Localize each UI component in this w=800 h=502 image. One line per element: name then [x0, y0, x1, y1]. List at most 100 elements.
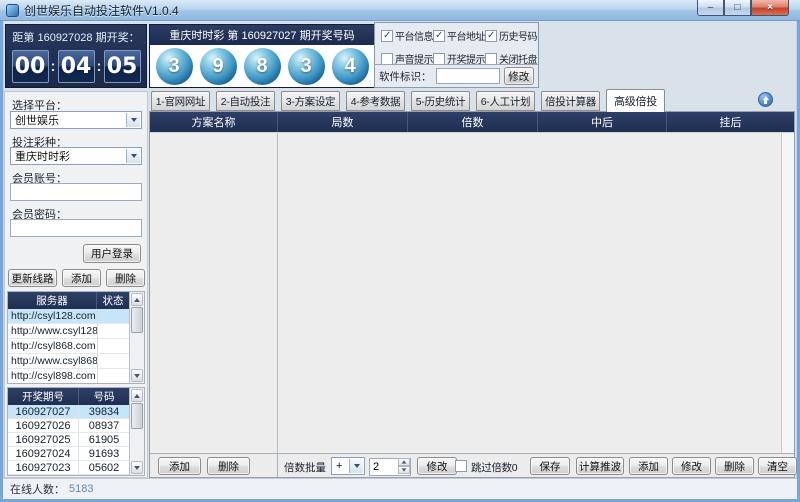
- lottery-ball: 8: [244, 48, 281, 85]
- tab-auto-bet[interactable]: 2-自动投注: [216, 91, 275, 111]
- app-window: 创世娱乐自动投注软件V1.0.4 – □ × 距第 160927028 期开奖：…: [0, 0, 800, 502]
- software-id-modify-button[interactable]: 修改: [504, 67, 535, 85]
- checkbox-icon[interactable]: ✓: [485, 30, 497, 42]
- clock-colon: :: [97, 58, 102, 75]
- server-column-header[interactable]: 服务器: [8, 292, 97, 309]
- password-input[interactable]: [10, 219, 142, 237]
- checkbox-platform-address[interactable]: ✓ 平台地址: [433, 28, 485, 43]
- number-column-header[interactable]: 号码: [79, 388, 129, 405]
- checkbox-platform-info[interactable]: ✓ 平台信息: [381, 28, 433, 43]
- software-id-input[interactable]: [436, 68, 500, 84]
- draw-row[interactable]: 160927027 39834: [8, 405, 129, 419]
- stepper-up-icon[interactable]: [398, 458, 410, 466]
- checkbox-label: 平台地址: [447, 28, 485, 43]
- draw-period: 160927023: [8, 461, 79, 474]
- scroll-up-icon[interactable]: [131, 293, 143, 306]
- scrollbar-thumb[interactable]: [131, 403, 143, 429]
- checkbox-icon[interactable]: ✓: [433, 30, 445, 42]
- draw-row[interactable]: 160927023 05602: [8, 461, 129, 475]
- checkbox-icon[interactable]: [381, 53, 393, 65]
- server-url: http://csyl128.com: [8, 309, 97, 323]
- scheme-delete-button[interactable]: 删除: [207, 457, 250, 475]
- amount-stepper[interactable]: [369, 457, 411, 475]
- countdown-panel: 距第 160927028 期开奖： 00 : 04 : 05: [5, 24, 147, 88]
- row-delete-button[interactable]: 删除: [715, 457, 754, 475]
- scheme-table-header: 方案名称 局数 倍数 中后 挂后: [150, 112, 794, 132]
- lottery-select[interactable]: 重庆时时彩: [10, 147, 142, 165]
- lottery-ball: 4: [332, 48, 369, 85]
- row-modify-button[interactable]: 修改: [672, 457, 711, 475]
- login-button[interactable]: 用户登录: [83, 244, 141, 263]
- add-line-button[interactable]: 添加: [62, 269, 101, 287]
- rounds-column-header[interactable]: 局数: [277, 112, 407, 132]
- after-win-column-header[interactable]: 中后: [537, 112, 666, 132]
- server-row[interactable]: http://csyl868.com: [8, 339, 129, 354]
- tab-official-site[interactable]: 1-官网网址: [151, 91, 210, 111]
- server-url: http://csyl868.com: [8, 339, 97, 353]
- scroll-down-icon[interactable]: [131, 461, 143, 474]
- operator-value: +: [336, 460, 342, 472]
- account-input[interactable]: [10, 183, 142, 201]
- clear-button[interactable]: 清空: [758, 457, 797, 475]
- countdown-hours: 00: [12, 50, 49, 83]
- server-row[interactable]: http://csyl128.com: [8, 309, 129, 324]
- server-row[interactable]: http://csyl898.com: [8, 369, 129, 383]
- row-add-button[interactable]: 添加: [629, 457, 668, 475]
- minimize-button[interactable]: –: [697, 0, 724, 16]
- batch-modify-button[interactable]: 修改: [417, 457, 457, 475]
- update-lines-button[interactable]: 更新线路: [8, 269, 57, 287]
- sidebar: 选择平台： 创世娱乐 投注彩种： 重庆时时彩 会员账号： 会员密码： 用户登录 …: [4, 91, 148, 478]
- draw-period: 160927026: [8, 419, 79, 432]
- skip-zero-label: 跳过倍数0: [471, 460, 517, 475]
- draw-table-scrollbar[interactable]: [129, 388, 144, 475]
- scheme-table-scrollbar[interactable]: [781, 133, 794, 453]
- options-panel: ✓ 平台信息 ✓ 平台地址 ✓ 历史号码 声音提示 开奖提示: [374, 22, 539, 88]
- checkbox-icon[interactable]: ✓: [381, 30, 393, 42]
- countdown-header: 距第 160927028 期开奖：: [6, 25, 146, 45]
- tab-plan-settings[interactable]: 3-方案设定: [281, 91, 340, 111]
- server-table-scrollbar[interactable]: [129, 292, 144, 383]
- draw-row[interactable]: 160927026 08937: [8, 419, 129, 433]
- draw-number: 05602: [79, 461, 129, 474]
- status-column-header[interactable]: 状态: [97, 292, 129, 309]
- after-loss-column-header[interactable]: 挂后: [666, 112, 794, 132]
- tab-history-stats[interactable]: 5-历史统计: [411, 91, 470, 111]
- checkbox-history-numbers[interactable]: ✓ 历史号码: [485, 28, 537, 43]
- checkbox-icon[interactable]: [433, 53, 445, 65]
- draw-row[interactable]: 160927025 61905: [8, 433, 129, 447]
- draw-number: 61905: [79, 433, 129, 446]
- scrollbar-thumb[interactable]: [131, 307, 143, 333]
- save-button[interactable]: 保存: [530, 457, 570, 475]
- server-row[interactable]: http://www.csyl868.co...: [8, 354, 129, 369]
- operator-select[interactable]: +: [331, 457, 365, 475]
- window-content: 距第 160927028 期开奖： 00 : 04 : 05 重庆时时彩 第 1…: [3, 21, 797, 499]
- scheme-name-column-header[interactable]: 方案名称: [150, 112, 277, 132]
- chevron-down-icon[interactable]: [349, 459, 363, 473]
- scroll-top-icon[interactable]: [758, 92, 773, 107]
- calc-wave-button[interactable]: 计算推波: [576, 457, 624, 475]
- column-divider: [277, 133, 278, 453]
- scheme-add-button[interactable]: 添加: [158, 457, 201, 475]
- online-count-label: 在线人数：: [10, 481, 65, 497]
- maximize-button[interactable]: □: [724, 0, 751, 16]
- skip-zero-checkbox[interactable]: [455, 460, 467, 472]
- scroll-down-icon[interactable]: [131, 369, 143, 382]
- tab-manual-plan[interactable]: 6-人工计划: [476, 91, 535, 111]
- draw-row[interactable]: 160927024 91693: [8, 447, 129, 461]
- stepper-down-icon[interactable]: [398, 466, 410, 474]
- chevron-down-icon[interactable]: [126, 113, 140, 127]
- tab-reference-data[interactable]: 4-参考数据: [346, 91, 405, 111]
- tab-advanced-multiplier[interactable]: 高级倍投: [606, 89, 665, 112]
- draw-number: 39834: [79, 405, 129, 418]
- close-button[interactable]: ×: [751, 0, 789, 16]
- platform-select[interactable]: 创世娱乐: [10, 111, 142, 129]
- scroll-up-icon[interactable]: [131, 389, 143, 402]
- multiplier-column-header[interactable]: 倍数: [407, 112, 537, 132]
- checkbox-icon[interactable]: [485, 53, 497, 65]
- chevron-down-icon[interactable]: [126, 149, 140, 163]
- server-row[interactable]: http://www.csyl128.co...: [8, 324, 129, 339]
- tab-multiplier-calc[interactable]: 倍投计算器: [541, 91, 600, 111]
- window-controls: – □ ×: [697, 0, 789, 16]
- period-column-header[interactable]: 开奖期号: [8, 388, 79, 405]
- delete-line-button[interactable]: 删除: [106, 269, 145, 287]
